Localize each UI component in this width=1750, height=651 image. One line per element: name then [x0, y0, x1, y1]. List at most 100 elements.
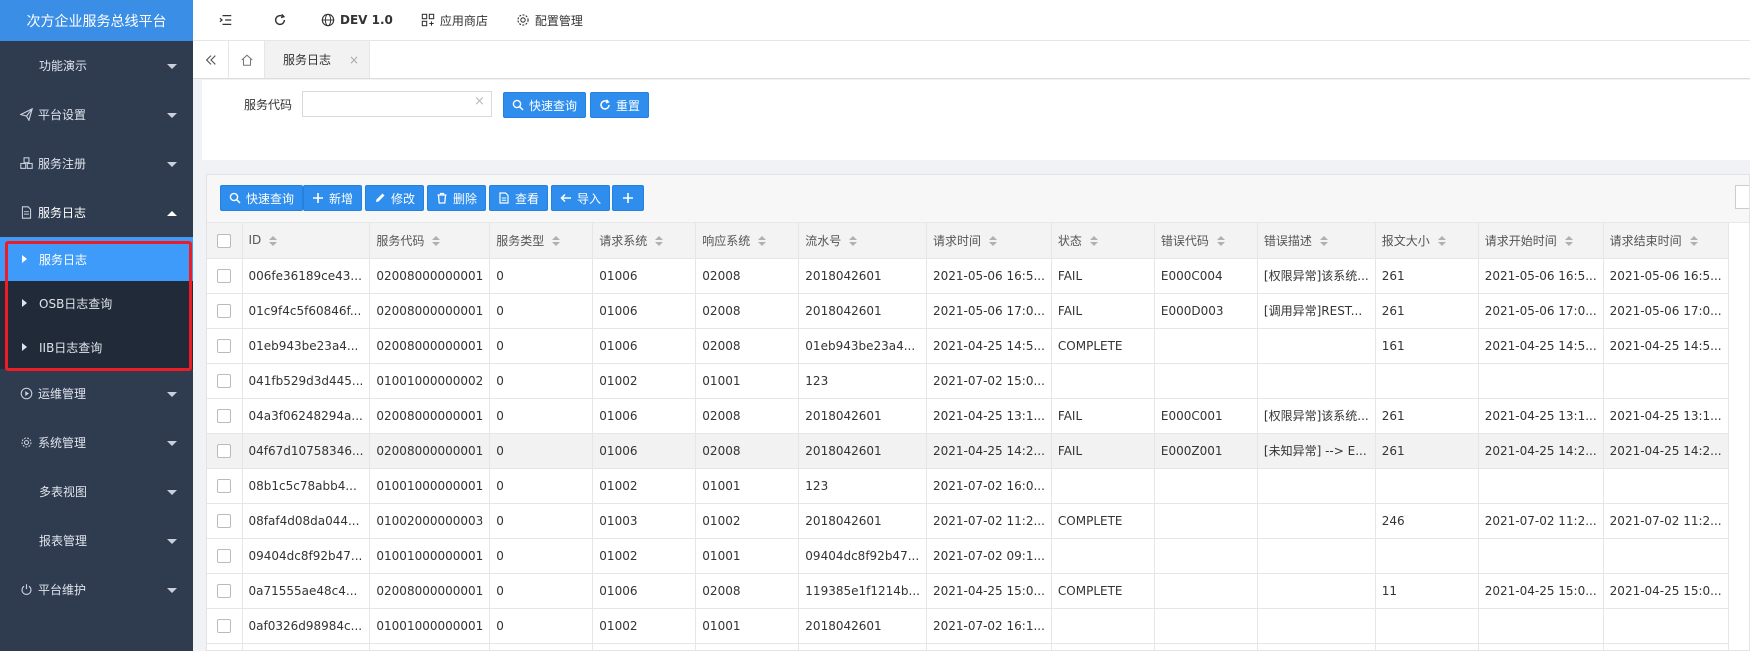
- select-all-checkbox[interactable]: [217, 233, 232, 248]
- delete-button[interactable]: 删除: [427, 185, 487, 211]
- row-checkbox-cell[interactable]: [207, 538, 243, 574]
- sidebar-item-ops-management[interactable]: 运维管理: [0, 369, 193, 418]
- column-header[interactable]: 服务类型: [489, 223, 594, 259]
- home-tab[interactable]: [229, 41, 265, 78]
- column-header[interactable]: 服务代码: [369, 223, 491, 259]
- table-cell: 161: [1375, 328, 1479, 364]
- column-header[interactable]: 流水号: [798, 223, 927, 259]
- sort-icon[interactable]: [1216, 236, 1225, 247]
- row-checkbox-cell[interactable]: [207, 573, 243, 609]
- sidebar-subitem-label: 服务日志: [39, 252, 88, 267]
- column-header[interactable]: ID: [242, 223, 371, 259]
- row-checkbox-cell[interactable]: [207, 433, 243, 469]
- clear-icon[interactable]: ×: [474, 94, 485, 109]
- row-checkbox-cell[interactable]: [207, 503, 243, 539]
- quick-query-button[interactable]: 快速查询: [503, 92, 587, 118]
- edit-button[interactable]: 修改: [365, 185, 425, 211]
- column-header[interactable]: 报文大小: [1375, 223, 1479, 259]
- row-checkbox-cell[interactable]: [207, 468, 243, 504]
- row-checkbox[interactable]: [217, 478, 232, 493]
- close-icon[interactable]: ×: [349, 53, 359, 67]
- tab-service-log[interactable]: 服务日志 ×: [265, 41, 371, 78]
- sort-icon[interactable]: [1319, 236, 1328, 247]
- sidebar-subitem-iib-log-query[interactable]: IIB日志查询: [0, 325, 193, 369]
- column-header[interactable]: 请求系统: [592, 223, 697, 259]
- sort-icon[interactable]: [988, 236, 997, 247]
- toolbar-quick-query-button[interactable]: 快速查询: [220, 185, 304, 211]
- column-header[interactable]: 状态: [1051, 223, 1155, 259]
- refresh-button[interactable]: [253, 0, 307, 41]
- table-row[interactable]: 09404dc8f92b47... 01001000000001 0 01002 010…: [207, 538, 1729, 574]
- row-checkbox[interactable]: [217, 338, 232, 353]
- row-checkbox-cell[interactable]: [207, 398, 243, 434]
- table-row[interactable]: 08b1c5c78abb4... 01001000000001 0 01002 0100…: [207, 468, 1729, 504]
- row-checkbox[interactable]: [217, 268, 232, 283]
- table-row[interactable]: [207, 643, 1729, 650]
- table-row[interactable]: 0a71555ae48c4... 02008000000001 0 01006 0200…: [207, 573, 1729, 609]
- sort-icon[interactable]: [269, 235, 278, 246]
- more-button[interactable]: [612, 185, 644, 211]
- reset-button[interactable]: 重置: [590, 92, 650, 118]
- sidebar-item-multi-table-view[interactable]: 多表视图: [0, 467, 193, 516]
- row-checkbox[interactable]: [217, 373, 232, 388]
- sort-icon[interactable]: [1437, 236, 1446, 247]
- table-cell: 01001: [695, 608, 800, 644]
- row-checkbox-cell[interactable]: [207, 258, 243, 294]
- table-row[interactable]: 041fb529d3d445... 01001000000002 0 01002 010…: [207, 363, 1729, 399]
- select-all-checkbox-cell[interactable]: [207, 223, 243, 259]
- table-row[interactable]: 0af0326d98984c... 01001000000001 0 01002 010…: [207, 608, 1729, 644]
- column-header[interactable]: 请求结束时间: [1603, 223, 1729, 259]
- row-checkbox[interactable]: [217, 583, 232, 598]
- sort-icon[interactable]: [1564, 236, 1573, 247]
- table-row[interactable]: 04a3f06248294a... 02008000000001 0 01006 020…: [207, 398, 1729, 434]
- row-checkbox-cell[interactable]: [207, 293, 243, 329]
- sidebar-item-system-management[interactable]: 系统管理: [0, 418, 193, 467]
- sort-icon[interactable]: [1089, 236, 1098, 247]
- column-header[interactable]: 请求时间: [926, 223, 1052, 259]
- add-button[interactable]: 新增: [303, 185, 363, 211]
- sidebar-item-platform-settings[interactable]: 平台设置: [0, 90, 193, 139]
- sort-icon[interactable]: [849, 236, 858, 247]
- column-header[interactable]: 错误描述: [1257, 223, 1376, 259]
- column-header[interactable]: 错误代码: [1154, 223, 1258, 259]
- table-row[interactable]: 08faf4d08da044... 01002000000003 0 01003 010…: [207, 503, 1729, 539]
- collapse-tabs-button[interactable]: [193, 41, 229, 78]
- row-checkbox[interactable]: [217, 303, 232, 318]
- service-code-input[interactable]: [302, 91, 492, 117]
- import-button[interactable]: 导入: [551, 185, 611, 211]
- sort-icon[interactable]: [655, 236, 664, 247]
- sidebar-subitem-osb-log-query[interactable]: OSB日志查询: [0, 281, 193, 325]
- app-logo-title[interactable]: 次方企业服务总线平台: [0, 0, 193, 41]
- sidebar-subitem-service-log[interactable]: 服务日志: [0, 237, 193, 281]
- row-checkbox[interactable]: [217, 408, 232, 423]
- table-row[interactable]: 04f67d10758346... 02008000000001 0 01006 020…: [207, 433, 1729, 469]
- menu-toggle-button[interactable]: [193, 0, 253, 41]
- sort-icon[interactable]: [552, 236, 561, 247]
- sidebar-item-feature-demo[interactable]: 功能演示: [0, 41, 193, 90]
- environment-button[interactable]: DEV 1.0: [307, 0, 407, 41]
- view-button[interactable]: 查看: [489, 185, 549, 211]
- sidebar-item-service-log[interactable]: 服务日志: [0, 188, 193, 237]
- row-checkbox-cell[interactable]: [207, 328, 243, 364]
- sidebar-item-platform-maintenance[interactable]: 平台维护: [0, 565, 193, 614]
- table-row[interactable]: 006fe36189ce43... 02008000000001 0 01006 020…: [207, 258, 1729, 294]
- sidebar-item-report-management[interactable]: 报表管理: [0, 516, 193, 565]
- sort-icon[interactable]: [1689, 236, 1698, 247]
- app-store-button[interactable]: 应用商店: [407, 0, 502, 41]
- column-header[interactable]: 响应系统: [695, 223, 800, 259]
- row-checkbox-cell[interactable]: [207, 608, 243, 644]
- row-checkbox[interactable]: [217, 513, 232, 528]
- table-cell: 261: [1375, 258, 1479, 294]
- sidebar-item-service-registry[interactable]: 服务注册: [0, 139, 193, 188]
- table-row[interactable]: 01eb943be23a4... 02008000000001 0 01006 0200…: [207, 328, 1729, 364]
- column-header[interactable]: 请求开始时间: [1478, 223, 1604, 259]
- config-management-button[interactable]: 配置管理: [502, 0, 597, 41]
- row-checkbox[interactable]: [217, 618, 232, 633]
- row-checkbox-cell[interactable]: [207, 363, 243, 399]
- column-settings-button[interactable]: [1735, 185, 1749, 209]
- row-checkbox[interactable]: [217, 548, 232, 563]
- row-checkbox[interactable]: [217, 443, 232, 458]
- sort-icon[interactable]: [432, 236, 441, 247]
- table-row[interactable]: 01c9f4c5f60846f... 02008000000001 0 01006 02…: [207, 293, 1729, 329]
- sort-icon[interactable]: [758, 236, 767, 247]
